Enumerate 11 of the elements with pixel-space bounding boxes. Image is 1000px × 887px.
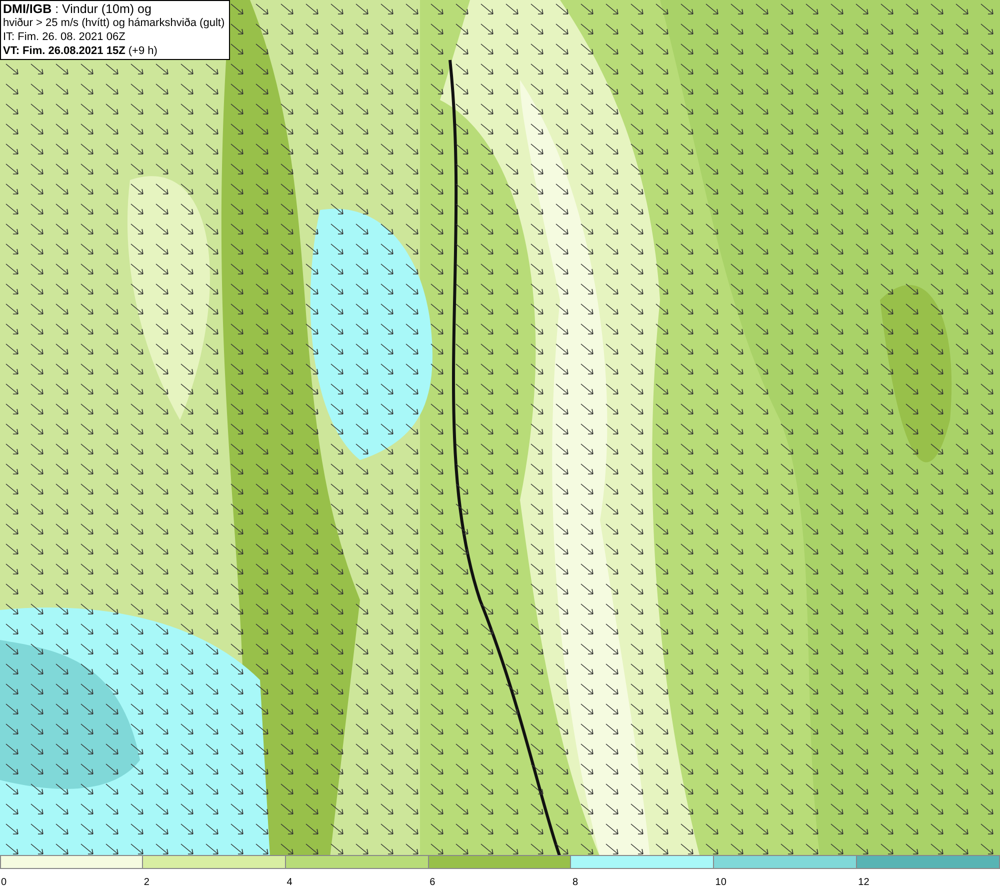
caption-line: DMI/IGB : Vindur (10m) og xyxy=(3,2,152,16)
legend-tick-label: 6 xyxy=(428,877,436,887)
legend-tick-label: 8 xyxy=(571,877,578,887)
legend-tick-label: 10 xyxy=(714,877,726,887)
legend-tick-label: 2 xyxy=(142,877,150,887)
caption-line: IT: Fim. 26. 08. 2021 06Z xyxy=(3,30,126,44)
legend-tick-label: 12 xyxy=(857,877,870,887)
caption-line: hviður > 25 m/s (hvítt) og hámarkshviða (gult) xyxy=(3,16,225,30)
legend-tick-label: 4 xyxy=(286,877,292,887)
legend-tick-label: 0 xyxy=(0,877,7,887)
caption-line: VT: Fim. 26.08.2021 15Z (+9 h) xyxy=(3,44,158,58)
